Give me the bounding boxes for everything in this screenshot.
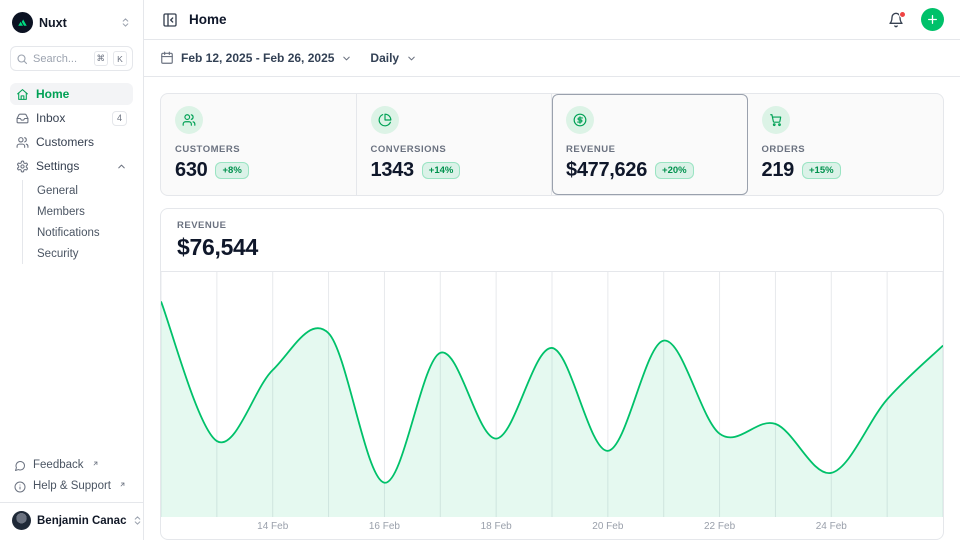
- date-range-value: Feb 12, 2025 - Feb 26, 2025: [181, 51, 334, 65]
- content: CUSTOMERS 630 +8% CONVERSIONS 1343 +14%: [144, 77, 960, 540]
- stat-card-revenue[interactable]: REVENUE $477,626 +20%: [552, 94, 748, 195]
- revenue-chart-card: REVENUE $76,544 14 Feb 16 Feb 18 Feb 20 Feb…: [160, 208, 944, 540]
- chevron-down-icon: [406, 53, 417, 64]
- chart-pie-icon: [371, 106, 399, 134]
- home-icon: [16, 88, 29, 101]
- stat-delta-badge: +15%: [802, 162, 841, 179]
- chart-metric-label: REVENUE: [177, 220, 927, 231]
- users-icon: [175, 106, 203, 134]
- sidebar-item-members[interactable]: Members: [33, 201, 133, 222]
- granularity-value: Daily: [370, 51, 399, 65]
- help-support-label: Help & Support: [33, 480, 111, 492]
- stat-value: 630: [175, 159, 207, 182]
- date-range-picker[interactable]: Feb 12, 2025 - Feb 26, 2025: [160, 51, 352, 65]
- stat-label: ORDERS: [762, 144, 930, 155]
- sidebar-item-security[interactable]: Security: [33, 243, 133, 264]
- search-field[interactable]: [33, 53, 89, 65]
- sidebar-nav: Home Inbox 4 Customers Settings: [10, 83, 133, 456]
- users-icon: [16, 136, 29, 149]
- sidebar-item-label: Settings: [36, 159, 109, 173]
- chart-metric-value: $76,544: [177, 234, 927, 261]
- chevron-up-icon: [116, 161, 127, 172]
- x-tick-label: 14 Feb: [257, 521, 288, 532]
- chevrons-up-down-icon: [132, 515, 143, 526]
- help-support-link[interactable]: Help & Support: [10, 477, 133, 496]
- stat-delta-badge: +8%: [215, 162, 248, 179]
- feedback-link[interactable]: Feedback: [10, 456, 133, 475]
- x-tick-label: 24 Feb: [816, 521, 847, 532]
- sidebar: Nuxt ⌘ K Home Inb: [0, 0, 144, 540]
- stat-card-conversions[interactable]: CONVERSIONS 1343 +14%: [357, 94, 553, 195]
- stat-card-orders[interactable]: ORDERS 219 +15%: [748, 94, 944, 195]
- circle-dollar-icon: [566, 106, 594, 134]
- sidebar-footer: Feedback Help & Support Benjamin Canac: [10, 456, 133, 532]
- x-tick-label: 22 Feb: [704, 521, 735, 532]
- calendar-icon: [160, 51, 174, 65]
- kbd-meta: ⌘: [94, 51, 109, 66]
- user-name: Benjamin Canac: [37, 515, 126, 527]
- external-link-icon: [119, 481, 126, 488]
- sidebar-item-inbox[interactable]: Inbox 4: [10, 107, 133, 129]
- x-tick-label: 20 Feb: [592, 521, 623, 532]
- inbox-count-badge: 4: [112, 111, 127, 126]
- granularity-select[interactable]: Daily: [370, 51, 417, 65]
- main-panel: Home Feb 12, 2025 - Feb 26, 2025: [144, 0, 960, 540]
- sidebar-item-notifications[interactable]: Notifications: [33, 222, 133, 243]
- sidebar-item-home[interactable]: Home: [10, 83, 133, 105]
- topbar: Home: [144, 0, 960, 40]
- inbox-icon: [16, 112, 29, 125]
- stat-value: 219: [762, 159, 794, 182]
- sidebar-item-label: Inbox: [36, 111, 105, 125]
- page-title: Home: [189, 12, 877, 27]
- workspace-name: Nuxt: [39, 16, 114, 30]
- add-button[interactable]: [921, 8, 944, 31]
- chevrons-up-down-icon: [120, 17, 131, 28]
- stat-label: CUSTOMERS: [175, 144, 342, 155]
- x-tick-label: 16 Feb: [369, 521, 400, 532]
- sidebar-item-label: Customers: [36, 135, 127, 149]
- sidebar-item-settings[interactable]: Settings: [10, 155, 133, 177]
- sidebar-item-label: Home: [36, 87, 127, 101]
- avatar: [12, 511, 31, 530]
- plus-icon: [926, 13, 939, 26]
- notification-dot: [899, 11, 906, 18]
- sidebar-item-customers[interactable]: Customers: [10, 131, 133, 153]
- x-tick-label: 18 Feb: [481, 521, 512, 532]
- message-circle-icon: [14, 460, 26, 472]
- shopping-cart-icon: [762, 106, 790, 134]
- stat-value: $477,626: [566, 159, 647, 182]
- revenue-area-chart[interactable]: [161, 272, 943, 517]
- stats-row: CUSTOMERS 630 +8% CONVERSIONS 1343 +14%: [160, 93, 944, 196]
- chart-svg: [161, 272, 943, 517]
- app-root: Nuxt ⌘ K Home Inb: [0, 0, 960, 540]
- settings-sub-list: General Members Notifications Security: [22, 180, 133, 264]
- gear-icon: [16, 160, 29, 173]
- search-input[interactable]: ⌘ K: [10, 46, 133, 71]
- search-icon: [16, 53, 28, 65]
- stat-delta-badge: +14%: [422, 162, 461, 179]
- stat-label: CONVERSIONS: [371, 144, 538, 155]
- notifications-button[interactable]: [886, 10, 906, 30]
- stat-label: REVENUE: [566, 144, 733, 155]
- filterbar: Feb 12, 2025 - Feb 26, 2025 Daily: [144, 40, 960, 77]
- sidebar-item-general[interactable]: General: [33, 180, 133, 201]
- workspace-select[interactable]: Nuxt: [10, 10, 133, 33]
- stat-delta-badge: +20%: [655, 162, 694, 179]
- chevron-down-icon: [341, 53, 352, 64]
- info-circle-icon: [14, 481, 26, 493]
- nuxt-logo-icon: [12, 12, 33, 33]
- external-link-icon: [92, 460, 99, 467]
- feedback-label: Feedback: [33, 459, 84, 471]
- stat-value: 1343: [371, 159, 414, 182]
- user-menu[interactable]: Benjamin Canac: [0, 502, 143, 532]
- chart-x-axis: 14 Feb 16 Feb 18 Feb 20 Feb 22 Feb 24 Feb: [161, 517, 943, 539]
- collapse-sidebar-button[interactable]: [160, 10, 180, 30]
- chart-header: REVENUE $76,544: [161, 209, 943, 272]
- panel-left-close-icon: [162, 12, 178, 28]
- stat-card-customers[interactable]: CUSTOMERS 630 +8%: [161, 94, 357, 195]
- kbd-k: K: [113, 51, 127, 66]
